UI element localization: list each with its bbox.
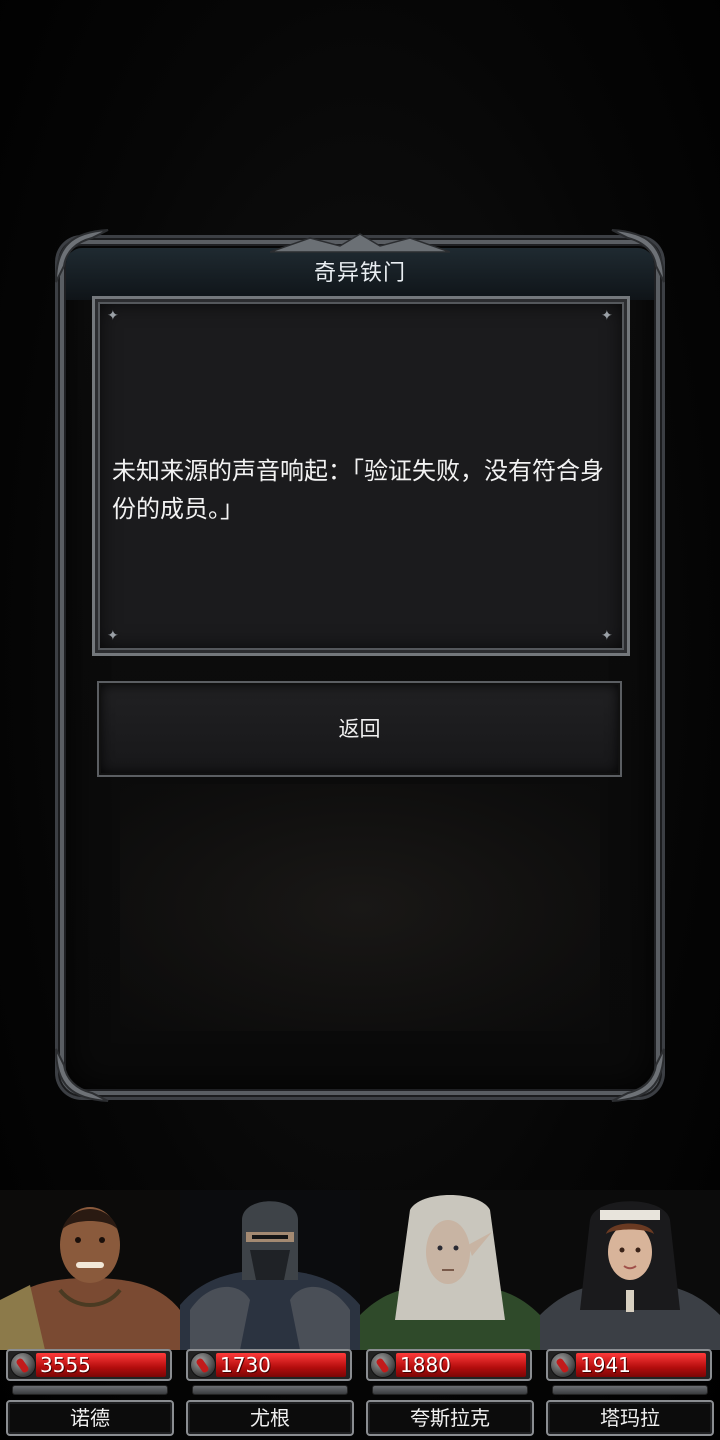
back-button-label: 返回 (338, 717, 381, 741)
member-name: 塔玛拉 (600, 1406, 660, 1430)
party-member-card[interactable]: 1880 夸斯拉克 (360, 1190, 540, 1440)
back-button[interactable]: 返回 (97, 681, 622, 777)
potion-icon (10, 1352, 36, 1378)
member-name-plate[interactable]: 诺德 (6, 1400, 174, 1436)
bald-warrior-portrait[interactable] (0, 1190, 180, 1350)
mp-bar (372, 1385, 528, 1395)
sparkle-icon: ✦ (601, 628, 613, 644)
corner-ornament-icon (52, 1045, 112, 1105)
hp-bar: 1730 (186, 1349, 352, 1381)
potion-icon (550, 1352, 576, 1378)
masked-knight-portrait[interactable] (180, 1190, 360, 1350)
member-name-plate[interactable]: 塔玛拉 (546, 1400, 714, 1436)
hp-value: 3555 (40, 1353, 91, 1377)
member-name: 诺德 (70, 1406, 110, 1430)
hp-value: 1880 (400, 1353, 451, 1377)
dialog-title: 奇异铁门 (313, 261, 406, 286)
sparkle-icon: ✦ (107, 628, 119, 644)
party-member-card[interactable]: 1941 塔玛拉 (540, 1190, 720, 1440)
member-name: 尤根 (250, 1406, 290, 1430)
potion-icon (190, 1352, 216, 1378)
event-message: 未知来源的声音响起：「验证失败，没有符合身份的成员。」 (112, 457, 604, 523)
game-screen: 奇异铁门 ✦ ✦ ✦ ✦ 未知来源的声音响起：「验证失败，没有符合身份的成员。」… (0, 0, 720, 1440)
corner-ornament-icon (608, 1045, 668, 1105)
mp-bar (12, 1385, 168, 1395)
elf-ranger-portrait[interactable] (360, 1190, 540, 1350)
mp-bar (552, 1385, 708, 1395)
party-member-card[interactable]: 1730 尤根 (180, 1190, 360, 1440)
hp-bar: 3555 (6, 1349, 172, 1381)
party-member-card[interactable]: 3555 诺德 (0, 1190, 180, 1440)
sparkle-icon: ✦ (601, 308, 613, 324)
party-bar: 3555 诺德 1730 尤根 1880 夸斯拉克 1941 塔玛拉 (0, 1190, 720, 1440)
hp-value: 1941 (580, 1353, 631, 1377)
nun-fighter-portrait[interactable] (540, 1190, 720, 1350)
sparkle-icon: ✦ (107, 308, 119, 324)
potion-icon (370, 1352, 396, 1378)
hp-value: 1730 (220, 1353, 271, 1377)
hp-bar: 1941 (546, 1349, 712, 1381)
hp-bar: 1880 (366, 1349, 532, 1381)
member-name-plate[interactable]: 尤根 (186, 1400, 354, 1436)
mp-bar (192, 1385, 348, 1395)
member-name-plate[interactable]: 夸斯拉克 (366, 1400, 534, 1436)
member-name: 夸斯拉克 (410, 1406, 490, 1430)
title-crest-icon (269, 232, 451, 254)
